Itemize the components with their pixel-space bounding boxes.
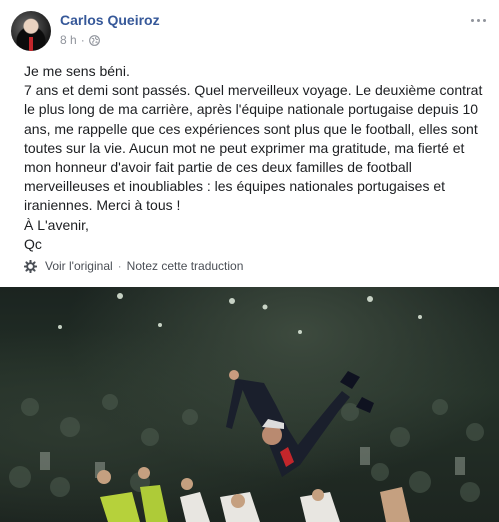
rate-translation-link[interactable]: Notez cette traduction [127,259,244,273]
author-avatar[interactable] [11,11,51,51]
post-meta: 8 h · [60,33,100,47]
post-photo-illustration [9,293,484,522]
gear-icon[interactable] [24,259,37,273]
post-photo[interactable] [0,287,499,522]
more-options-icon[interactable] [466,10,490,30]
post-paragraph: À L'avenir, [24,216,89,233]
meta-separator: · [80,33,85,47]
translation-bar: Voir l'original · Notez cette traduction [24,259,243,273]
post-timestamp[interactable]: 8 h [60,33,77,47]
post-paragraph: 7 ans et demi sont passés. Quel merveill… [24,82,483,214]
globe-icon[interactable] [88,34,100,46]
post-header: Carlos Queiroz 8 h · [0,0,499,56]
see-original-link[interactable]: Voir l'original [45,259,113,273]
post-paragraph: Je me sens béni. [24,63,130,79]
translation-separator: · [117,259,122,273]
author-name[interactable]: Carlos Queiroz [60,12,160,28]
post-body: Je me sens béni. 7 ans et demi sont pass… [24,62,484,254]
post-paragraph: Qc [24,235,42,252]
